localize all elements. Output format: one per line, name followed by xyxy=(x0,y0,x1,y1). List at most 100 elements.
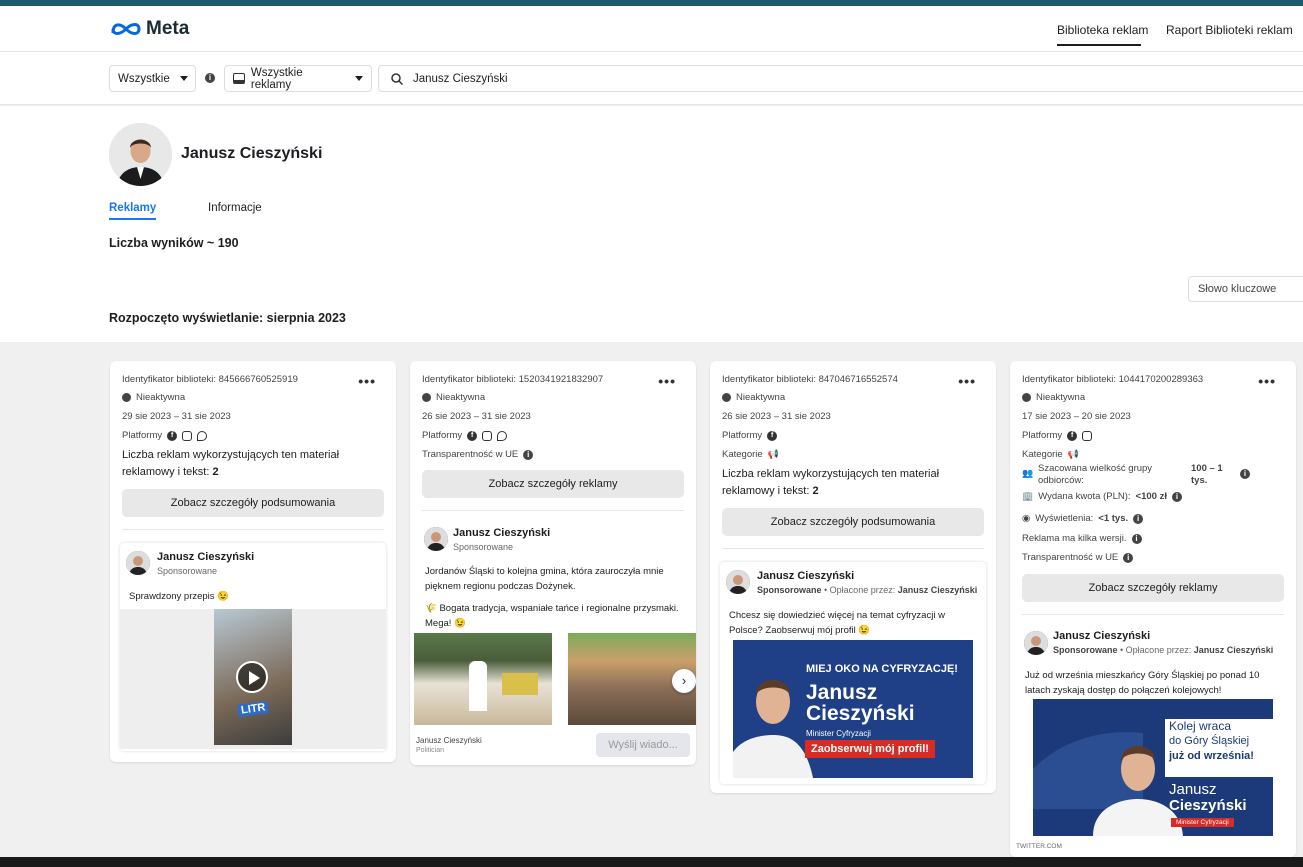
transparency-label: Transparentność w UE xyxy=(422,449,519,460)
banner-line-3: już od września! xyxy=(1169,750,1254,762)
transparency-label: Transparentność w UE xyxy=(1022,552,1119,563)
sponsored-line: Sponsorowane • Opłacone przez: Janusz Ci… xyxy=(1053,645,1274,655)
see-ad-details-button[interactable]: Zobacz szczegóły reklamy xyxy=(1022,574,1284,602)
meta-logo[interactable]: Meta xyxy=(109,18,189,40)
info-icon[interactable]: i xyxy=(1133,513,1144,524)
video-thumbnail[interactable]: LITR xyxy=(214,609,292,745)
versions-label: Reklama ma kilka wersji. xyxy=(1022,533,1127,544)
transparency-row: Transparentność w UE i xyxy=(422,449,534,460)
country-value: Wszystkie xyxy=(118,72,170,85)
profile-name: Janusz Cieszyński xyxy=(181,145,323,162)
search-input[interactable]: Janusz Cieszyński xyxy=(378,65,1303,92)
start-date-heading: Rozpoczęto wyświetlanie: sierpnia 2023 xyxy=(109,311,346,325)
country-dropdown[interactable]: Wszystkie xyxy=(109,65,196,92)
info-icon[interactable]: i xyxy=(205,73,215,83)
category-row: Kategorie 📢 xyxy=(722,449,779,460)
banner-name-1: Janusz xyxy=(1169,781,1217,798)
banner-name-2: Cieszyński xyxy=(806,702,915,725)
sponsored-label: Sponsorowane xyxy=(757,585,822,595)
info-icon[interactable]: i xyxy=(523,449,534,460)
ad-type-value: Wszystkie reklamy xyxy=(250,66,303,91)
banner-role: Minister Cyfryzacji xyxy=(806,729,871,738)
status-row: Nieaktywna xyxy=(1022,392,1085,403)
ad-preview[interactable]: Janusz Cieszyński Sponsorowane Sprawdzon… xyxy=(120,543,386,751)
video-area: LITR xyxy=(120,609,386,749)
carousel-image[interactable] xyxy=(414,633,552,725)
tab-info[interactable]: Informacje xyxy=(208,202,262,214)
library-id: Identyfikator biblioteki: 84566676052591… xyxy=(122,374,298,385)
date-range: 26 sie 2023 – 31 sie 2023 xyxy=(422,411,531,422)
facebook-icon: f xyxy=(1067,430,1078,441)
instagram-icon xyxy=(482,430,493,441)
keyword-dropdown[interactable]: Słowo kluczowe xyxy=(1188,276,1303,302)
paid-by-label: Opłacone przez: xyxy=(829,585,896,595)
ad-preview[interactable]: Janusz Cieszyński Sponsorowane • Opłacon… xyxy=(1014,623,1296,857)
more-options-icon[interactable]: ••• xyxy=(358,373,376,389)
ad-type-dropdown[interactable]: Wszystkie reklamy xyxy=(224,65,372,92)
see-ad-details-button[interactable]: Zobacz szczegóły reklamy xyxy=(422,470,684,498)
banner-line-2: do Góry Śląskiej xyxy=(1169,735,1250,747)
nav-ad-library-report[interactable]: Raport Biblioteki reklam xyxy=(1166,23,1293,37)
profile-avatar[interactable] xyxy=(109,123,172,186)
video-caption: LITR xyxy=(237,700,270,718)
info-icon[interactable]: i xyxy=(1131,533,1142,544)
platforms-row: Platformy f xyxy=(122,430,208,441)
ad-banner[interactable]: MIEJ OKO NA CYFRYZACJĘ! Janusz Cieszyńsk… xyxy=(733,640,973,778)
status-text: Nieaktywna xyxy=(736,392,786,403)
megaphone-icon: 📢 xyxy=(1067,449,1079,459)
page-name: Janusz Cieszyński xyxy=(416,736,482,745)
category-row: Kategorie 📢 xyxy=(1022,449,1079,460)
avatar xyxy=(726,570,750,594)
ad-preview[interactable]: Janusz Cieszyński Sponsorowane Jordanów … xyxy=(414,519,696,759)
impressions-label: Wyświetlenia: xyxy=(1035,513,1094,524)
payer-name: Janusz Cieszyński xyxy=(897,585,978,595)
ad-preview[interactable]: Janusz Cieszyński Sponsorowane • Opłacon… xyxy=(720,562,986,784)
banner-cta: Zaobserwuj mój profil! xyxy=(805,740,935,758)
people-icon: 👥 xyxy=(1022,468,1034,478)
divider xyxy=(722,548,984,549)
ad-text: Sprawdzony przepis 😉 xyxy=(129,591,230,602)
more-options-icon[interactable]: ••• xyxy=(658,373,676,389)
info-icon[interactable]: i xyxy=(1171,491,1182,502)
advertiser-name: Janusz Cieszyński xyxy=(157,551,255,563)
header: Meta Biblioteka reklam Raport Biblioteki… xyxy=(0,6,1303,52)
carousel[interactable] xyxy=(414,633,696,725)
inactive-status-icon xyxy=(422,393,431,402)
carousel-next-icon[interactable]: › xyxy=(672,669,696,693)
sponsored-label: Sponsorowane xyxy=(453,542,514,552)
ad-type-icon xyxy=(233,73,245,84)
multi-ad-text: Liczba reklam wykorzystujących ten mater… xyxy=(122,447,362,481)
os-taskbar xyxy=(0,857,1303,867)
avatar xyxy=(1024,631,1048,655)
play-icon[interactable] xyxy=(236,661,268,693)
nav-active-underline xyxy=(1057,44,1141,46)
info-icon[interactable]: i xyxy=(1123,552,1134,563)
ad-text: Chcesz się dowiedzieć więcej na temat cy… xyxy=(729,610,945,636)
link-source: TWITTER.COM xyxy=(1016,843,1062,850)
platforms-row: Platformy f xyxy=(1022,430,1093,441)
spend-label: Wydana kwota (PLN): xyxy=(1038,491,1131,502)
nav-ad-library[interactable]: Biblioteka reklam xyxy=(1057,23,1148,37)
ad-banner[interactable]: Kolej wraca do Góry Śląskiej już od wrze… xyxy=(1033,699,1273,836)
see-summary-button[interactable]: Zobacz szczegóły podsumowania xyxy=(722,508,984,536)
platforms-label: Platformy xyxy=(122,430,163,441)
impressions-value: <1 tys. xyxy=(1098,513,1129,524)
tab-ads[interactable]: Reklamy xyxy=(109,202,157,220)
ad-text-2: 🌾 Bogata tradycja, wspaniałe tańce i reg… xyxy=(425,603,679,629)
sponsored-line: Sponsorowane • Opłacone przez: Janusz Ci… xyxy=(757,585,978,595)
transparency-row: Transparentność w UE i xyxy=(1022,552,1134,563)
send-message-button[interactable]: Wyślij wiado... xyxy=(596,733,690,757)
more-options-icon[interactable]: ••• xyxy=(1258,373,1276,389)
avatar xyxy=(424,527,448,551)
library-id: Identyfikator biblioteki: 15203419218329… xyxy=(422,374,604,385)
ad-card: Identyfikator biblioteki: 84704671655257… xyxy=(710,361,996,793)
advertiser-name: Janusz Cieszyński xyxy=(453,527,551,539)
avatar xyxy=(126,551,150,575)
divider xyxy=(422,510,684,511)
info-icon[interactable]: i xyxy=(1240,469,1250,479)
more-options-icon[interactable]: ••• xyxy=(958,373,976,389)
banner-role: Minister Cyfryzacji xyxy=(1171,818,1234,827)
see-summary-button[interactable]: Zobacz szczegóły podsumowania xyxy=(122,489,384,517)
divider xyxy=(122,529,384,530)
megaphone-icon: 📢 xyxy=(767,449,779,459)
